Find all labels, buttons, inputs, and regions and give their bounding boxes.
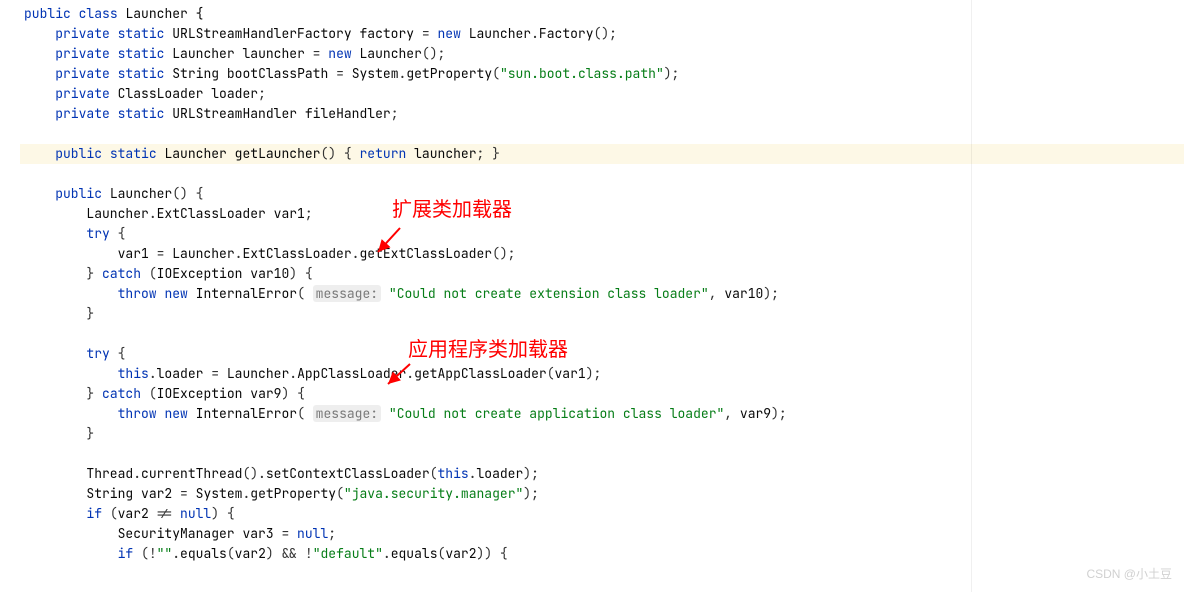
code-line: try { bbox=[20, 224, 1184, 244]
code-line: String var2 = System.getProperty("java.s… bbox=[20, 484, 1184, 504]
code-line: SecurityManager var3 = null; bbox=[20, 524, 1184, 544]
code-line-highlighted: public static Launcher getLauncher() { r… bbox=[20, 144, 1184, 164]
code-line: } catch (IOException var9) { bbox=[20, 384, 1184, 404]
code-line: throw new InternalError( message: "Could… bbox=[20, 284, 1184, 304]
code-line bbox=[20, 164, 1184, 184]
code-line: private static String bootClassPath = Sy… bbox=[20, 64, 1184, 84]
code-line: if (var2 != null) { bbox=[20, 504, 1184, 524]
code-line: } bbox=[20, 424, 1184, 444]
code-line: public Launcher() { bbox=[20, 184, 1184, 204]
watermark: CSDN @小土豆 bbox=[1086, 564, 1172, 584]
code-line: this.loader = Launcher.AppClassLoader.ge… bbox=[20, 364, 1184, 384]
code-line: var1 = Launcher.ExtClassLoader.getExtCla… bbox=[20, 244, 1184, 264]
code-line: private static URLStreamHandlerFactory f… bbox=[20, 24, 1184, 44]
code-line: throw new InternalError( message: "Could… bbox=[20, 404, 1184, 424]
code-line: Thread.currentThread().setContextClassLo… bbox=[20, 464, 1184, 484]
code-line: try { bbox=[20, 344, 1184, 364]
code-editor[interactable]: public class Launcher { private static U… bbox=[0, 0, 1184, 564]
code-line: if (!"".equals(var2) && !"default".equal… bbox=[20, 544, 1184, 564]
editor-right-margin bbox=[971, 0, 972, 592]
code-line bbox=[20, 124, 1184, 144]
code-line: public class Launcher { bbox=[20, 4, 1184, 24]
code-line: } bbox=[20, 304, 1184, 324]
code-line bbox=[20, 324, 1184, 344]
code-line: } catch (IOException var10) { bbox=[20, 264, 1184, 284]
code-line: Launcher.ExtClassLoader var1; bbox=[20, 204, 1184, 224]
parameter-hint: message: bbox=[313, 285, 381, 302]
code-line: private static URLStreamHandler fileHand… bbox=[20, 104, 1184, 124]
code-line bbox=[20, 444, 1184, 464]
parameter-hint: message: bbox=[313, 405, 381, 422]
code-line: private static Launcher launcher = new L… bbox=[20, 44, 1184, 64]
code-line: private ClassLoader loader; bbox=[20, 84, 1184, 104]
